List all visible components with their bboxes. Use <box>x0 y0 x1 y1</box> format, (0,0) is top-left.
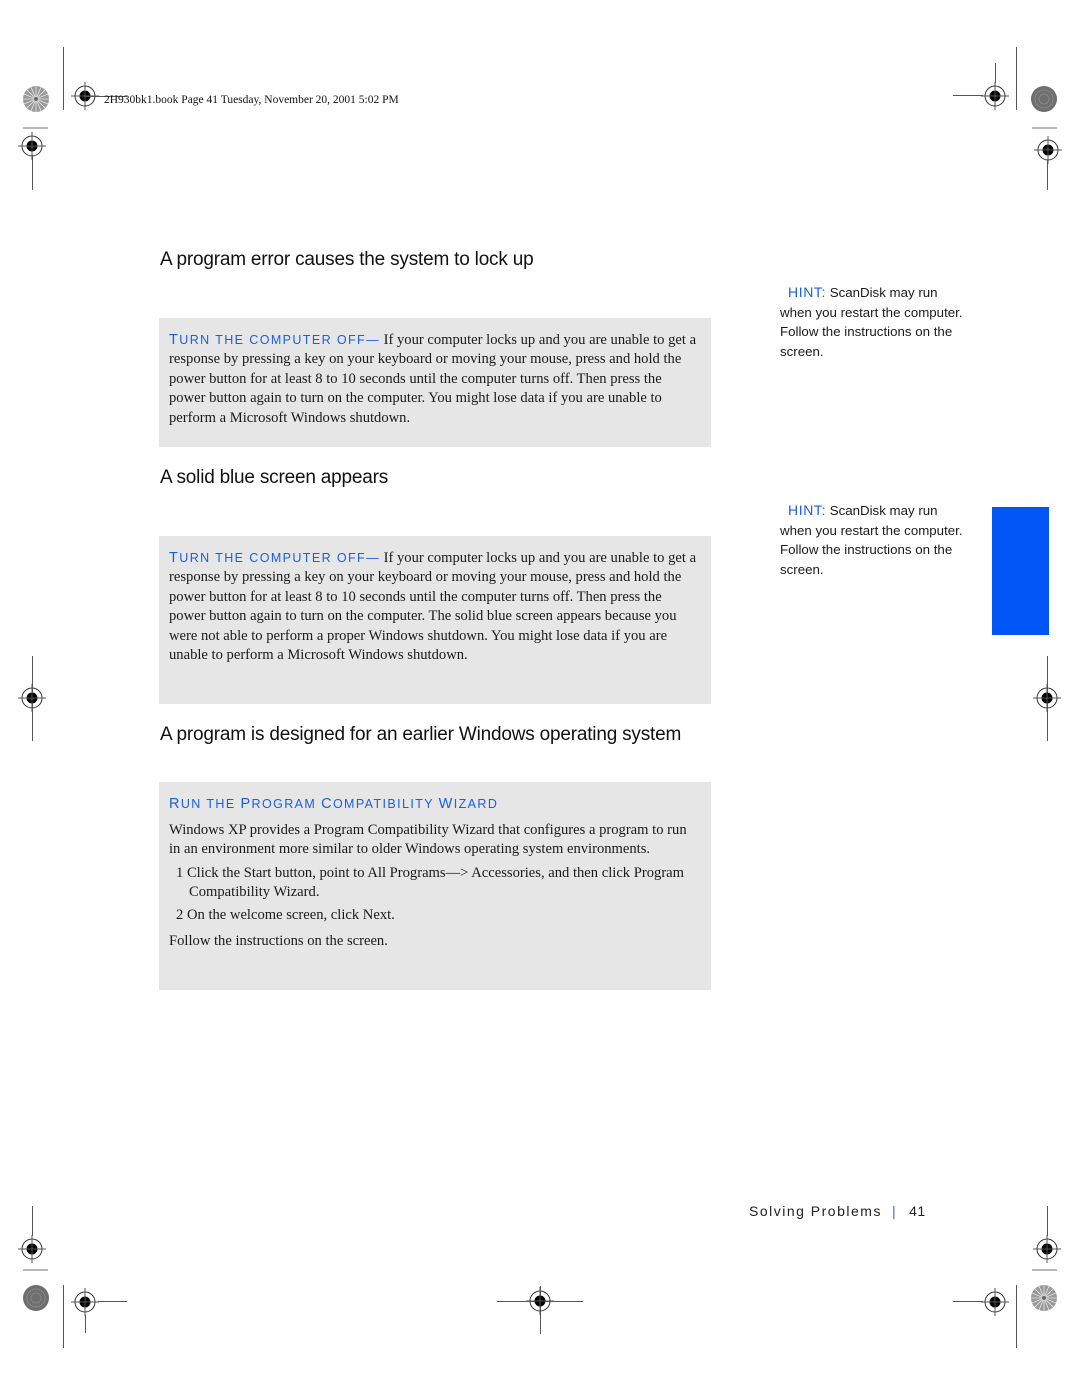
registration-mark-icon <box>71 1288 99 1316</box>
crop-mark <box>63 47 64 110</box>
tip-dash: — <box>366 551 380 565</box>
wizard-intro: Windows XP provides a Program Compatibil… <box>169 822 687 858</box>
hint-label: HINT: <box>788 284 826 300</box>
registration-mark-icon <box>1034 136 1062 164</box>
hint-scandisk: HINT: ScanDisk may run when you restart … <box>780 283 970 361</box>
crop-mark <box>1016 47 1017 110</box>
crop-mark <box>953 1301 983 1302</box>
hint-scandisk: HINT: ScanDisk may run when you restart … <box>780 501 970 579</box>
registration-mark-icon <box>981 82 1009 110</box>
registration-rosette-icon <box>1030 1284 1058 1312</box>
crop-mark <box>1047 1206 1048 1236</box>
tip-body: If your computer locks up and you are un… <box>169 550 697 664</box>
footer-separator: | <box>891 1203 898 1219</box>
registration-mark-icon <box>18 684 46 712</box>
registration-mark-icon <box>526 1287 554 1315</box>
step-item: 2 On the welcome screen, click Next. <box>169 906 700 925</box>
registration-rosette-icon <box>1030 85 1058 113</box>
registration-rosette-icon <box>22 1284 50 1312</box>
page-number: 41 <box>909 1203 926 1219</box>
crop-mark <box>98 1301 127 1302</box>
tip-paragraph: TURN THE COMPUTER OFF— If your computer … <box>169 549 700 665</box>
page-footer: Solving Problems | 41 <box>749 1203 926 1219</box>
registration-rosette-icon <box>22 85 50 113</box>
registration-mark-icon <box>981 1288 1009 1316</box>
crop-mark <box>32 155 33 190</box>
step-number: 2 <box>176 906 184 923</box>
wizard-steps: 1 Click the Start button, point to All P… <box>169 864 700 925</box>
registration-mark-icon <box>18 1235 46 1263</box>
chapter-thumb-tab <box>992 507 1049 635</box>
wizard-title: RUN THE PROGRAM COMPATIBILITY WIZARD <box>169 796 499 812</box>
tip-box-turn-off: TURN THE COMPUTER OFF— If your computer … <box>159 318 711 447</box>
step-text: Click the Start button, point to All Pro… <box>186 864 685 901</box>
tip-dash: — <box>366 333 380 347</box>
section-heading-blue-screen: A solid blue screen appears <box>160 467 389 488</box>
tip-box-compatibility-wizard: RUN THE PROGRAM COMPATIBILITY WIZARD Win… <box>159 782 711 990</box>
crop-mark <box>1032 127 1057 129</box>
crop-mark <box>32 1206 33 1236</box>
wizard-closing: Follow the instructions on the screen. <box>169 933 388 950</box>
crop-mark <box>85 1315 86 1333</box>
crop-mark <box>1032 1269 1057 1271</box>
crop-mark <box>1047 160 1048 190</box>
print-header-stamp: 2H930bk1.book Page 41 Tuesday, November … <box>104 94 399 106</box>
registration-mark-icon <box>1033 684 1061 712</box>
step-item: 1 Click the Start button, point to All P… <box>169 864 700 903</box>
section-heading-lock-up: A program error causes the system to loc… <box>160 249 534 270</box>
tip-paragraph: TURN THE COMPUTER OFF— If your computer … <box>169 331 700 428</box>
step-number: 1 <box>176 864 184 881</box>
section-heading-earlier-windows: A program is designed for an earlier Win… <box>160 724 682 745</box>
tip-label: TURN THE COMPUTER OFF <box>169 332 367 348</box>
crop-mark <box>1016 1285 1017 1348</box>
crop-mark <box>953 95 983 96</box>
step-text: On the welcome screen, click Next. <box>186 906 395 923</box>
crop-mark <box>23 127 48 129</box>
registration-mark-icon <box>1033 1235 1061 1263</box>
tip-box-turn-off-blue-screen: TURN THE COMPUTER OFF— If your computer … <box>159 536 711 704</box>
crop-mark <box>63 1285 64 1348</box>
footer-chapter: Solving Problems <box>749 1203 882 1219</box>
tip-label: TURN THE COMPUTER OFF <box>169 550 367 566</box>
crop-mark <box>995 63 996 83</box>
crop-mark <box>23 1269 48 1271</box>
hint-label: HINT: <box>788 502 826 518</box>
